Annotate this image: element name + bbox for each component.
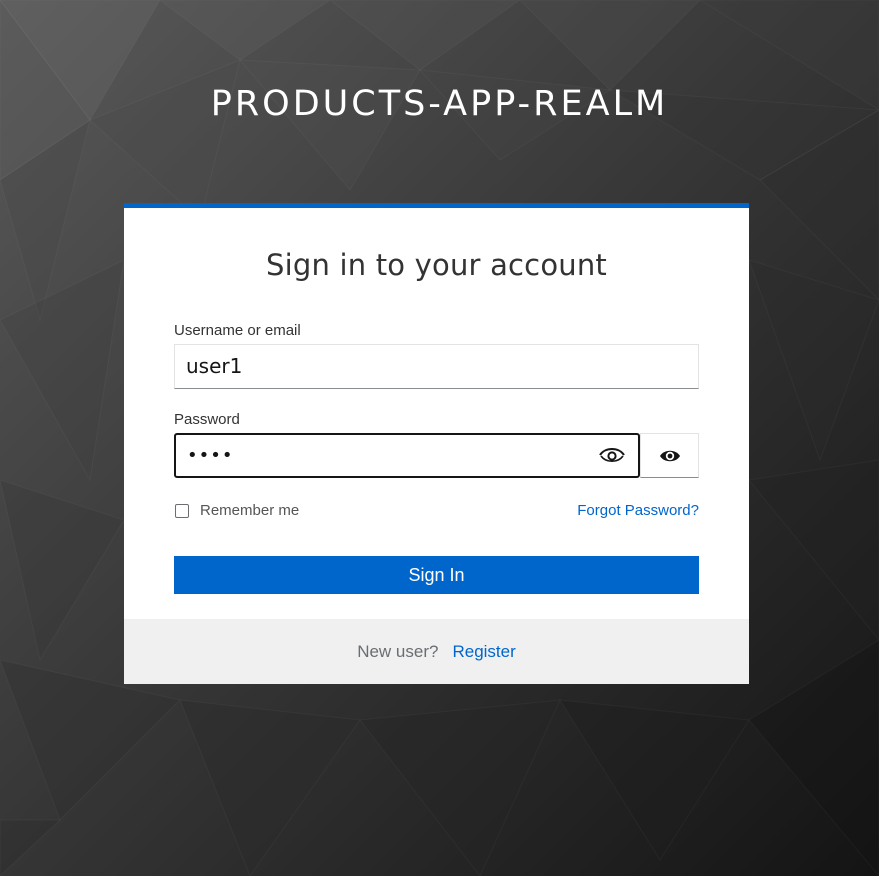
toggle-password-button[interactable] [640, 433, 699, 478]
login-card: Sign in to your account Username or emai… [124, 203, 749, 684]
new-user-text: New user? [357, 642, 439, 661]
show-password-icon[interactable] [598, 444, 626, 466]
remember-me-label: Remember me [200, 502, 300, 519]
eye-icon [659, 450, 680, 461]
password-label: Password [174, 411, 240, 428]
sign-in-button[interactable]: Sign In [174, 556, 699, 594]
remember-me: Remember me [175, 502, 299, 519]
register-link[interactable]: Register [452, 642, 515, 661]
remember-me-checkbox[interactable] [175, 503, 189, 518]
forgot-password-link[interactable]: Forgot Password? [577, 502, 699, 519]
realm-title: PRODUCTS-APP-REALM [210, 84, 669, 124]
username-label: Username or email [174, 322, 301, 339]
password-input[interactable]: •••• [174, 433, 640, 478]
registration-footer: New user? Register [124, 619, 749, 684]
username-input[interactable]: user1 [174, 344, 699, 389]
login-heading: Sign in to your account [265, 248, 608, 282]
